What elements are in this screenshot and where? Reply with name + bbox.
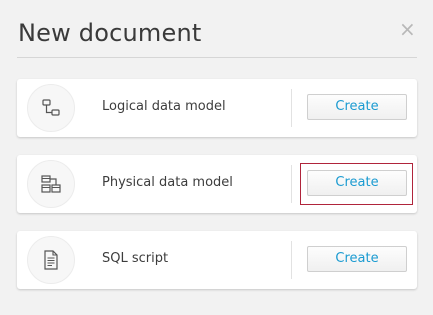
card-separator [291,241,292,279]
logical-model-icon [27,84,75,132]
dialog-title: New document [18,19,202,47]
create-sql-script-button[interactable]: Create [307,246,407,272]
title-divider [17,57,417,58]
card-separator [291,89,292,127]
option-label: SQL script [102,251,169,266]
option-card-logical-data-model: Logical data model Create [17,79,417,137]
option-card-sql-script: SQL script Create [17,231,417,289]
physical-model-icon [27,160,75,208]
option-label: Physical data model [102,175,233,190]
card-separator [291,165,292,203]
create-physical-data-model-button[interactable]: Create [307,170,407,196]
create-logical-data-model-button[interactable]: Create [307,94,407,120]
close-icon[interactable]: × [399,19,416,39]
sql-script-icon [27,236,75,284]
new-document-dialog: New document × Logical data model Create [0,0,433,315]
option-label: Logical data model [102,99,226,114]
option-card-physical-data-model: Physical data model Create [17,155,417,213]
